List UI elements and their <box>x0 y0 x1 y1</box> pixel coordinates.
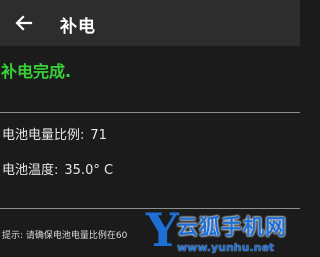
battery-temperature-row: 电池温度: 35.0° C <box>2 159 113 178</box>
battery-level-value: 71 <box>90 128 107 143</box>
page-title: 补电 <box>60 17 96 37</box>
tip-text: 提示: 请确保电池电量比例在60 <box>2 231 128 241</box>
battery-level-row: 电池电量比例: 71 <box>2 124 107 143</box>
battery-temperature-value: 35.0° C <box>64 163 114 178</box>
watermark-logo-icon: Y <box>146 203 179 257</box>
battery-level-label: 电池电量比例: <box>2 128 85 143</box>
battery-temperature-label: 电池温度: <box>2 163 59 178</box>
watermark-name: 云狐手机网 <box>177 215 287 239</box>
back-button[interactable] <box>8 7 40 39</box>
watermark: Y 云狐手机网 www.yunhu.net <box>146 203 300 257</box>
divider <box>0 112 300 113</box>
status-message: 补电完成. <box>1 62 72 81</box>
arrow-back-icon <box>15 15 33 31</box>
watermark-url: www.yunhu.net <box>177 241 275 254</box>
app-bar: 补电 <box>0 0 300 46</box>
